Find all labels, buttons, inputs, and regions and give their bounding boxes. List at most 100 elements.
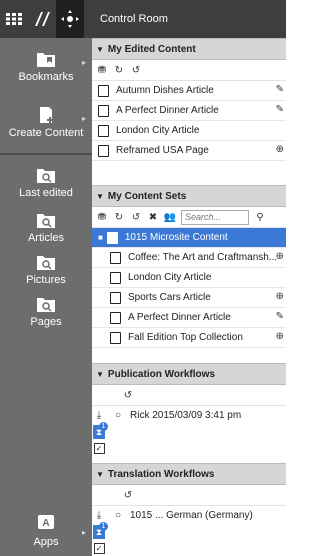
search-folder-icon — [37, 213, 55, 228]
list-item[interactable]: London City Article — [92, 268, 286, 288]
checkbox-icon[interactable]: ✓ — [93, 543, 105, 554]
search-input[interactable]: Search... — [181, 209, 249, 225]
sidebar-item-label: Last edited — [19, 186, 73, 199]
list-item[interactable]: Fall Edition Top Collection ⊕ — [92, 328, 286, 348]
section-title: Translation Workflows — [107, 468, 215, 480]
refresh-icon[interactable]: ↻ — [113, 211, 125, 223]
chevron-right-icon: ▸ — [81, 58, 86, 67]
globe-icon: ⊕ — [275, 331, 284, 342]
sidebar-item-articles[interactable]: Articles — [0, 206, 92, 248]
sidebar-item-bookmarks[interactable]: Bookmarks ▸ — [0, 38, 92, 94]
content-sets-toolbar: ⛃ ↻ ↺ ✖ 👥 Search... ⚲ — [92, 207, 286, 228]
translation-toolbar: ↺ — [92, 485, 286, 506]
sidebar-divider — [0, 153, 92, 155]
panel-title: Control Room — [92, 0, 286, 38]
sidebar-topbar — [0, 0, 92, 38]
page-icon — [98, 144, 109, 157]
sidebar-item-label: Bookmarks — [18, 70, 74, 83]
move-icon[interactable] — [56, 0, 84, 38]
control-room-panel: Control Room ▼ My Edited Content ⛃ ↻ ↺ A… — [92, 0, 286, 556]
publication-toolbar: ↺ — [92, 385, 286, 406]
sidebar-item-label: Apps — [33, 535, 59, 548]
list-item[interactable]: A Perfect Dinner Article ✎ — [92, 308, 286, 328]
document-icon — [110, 291, 121, 304]
sidebar-item-label: Pages — [30, 315, 62, 328]
search-folder-icon — [37, 168, 55, 183]
sidebar-item-label: Create Content — [8, 126, 84, 139]
search-folder-icon — [37, 297, 55, 312]
refresh-all-icon[interactable]: ↺ — [122, 489, 134, 501]
workflow-status-icon: ○ — [114, 410, 122, 421]
section-title: My Edited Content — [107, 43, 196, 55]
section-title: My Content Sets — [107, 190, 187, 202]
section-header-translation[interactable]: ▼ Translation Workflows — [92, 463, 286, 485]
caret-down-icon: ▼ — [96, 191, 104, 201]
sidebar: Bookmarks ▸ Create Content ▸ Last edited… — [0, 0, 92, 556]
list-item[interactable]: Coffee: The Art and Craftmansh... ⊕ — [92, 248, 286, 268]
list-item[interactable]: A Perfect Dinner Article ✎ — [92, 101, 286, 121]
svg-text:A: A — [42, 518, 49, 529]
refresh-all-icon[interactable]: ↺ — [130, 64, 142, 76]
globe-icon: ⊕ — [275, 291, 284, 302]
users-icon[interactable]: 👥 — [164, 211, 176, 223]
document-icon — [110, 311, 121, 324]
document-icon — [110, 271, 121, 284]
section-header-content-sets[interactable]: ▼ My Content Sets — [92, 185, 286, 207]
edit-pencil-icon: ✎ — [275, 104, 284, 115]
caret-down-icon: ▼ — [96, 369, 104, 379]
sidebar-item-label: Articles — [27, 231, 65, 244]
document-icon — [98, 124, 109, 137]
sidebar-item-pictures[interactable]: Pictures — [0, 248, 92, 290]
collapse-icon: ■ — [98, 233, 103, 242]
filter-icon[interactable]: ⛃ — [96, 211, 108, 223]
document-icon — [98, 84, 109, 97]
globe-icon: ⊕ — [275, 251, 284, 262]
globe-icon: ⊕ — [275, 144, 284, 155]
edit-pencil-icon: ✎ — [275, 311, 284, 322]
list-item[interactable]: Autumn Dishes Article ✎ — [92, 81, 286, 101]
document-icon — [98, 104, 109, 117]
apps-icon: A — [38, 514, 54, 529]
chevron-right-icon: ▸ — [81, 528, 86, 537]
hourglass-icon[interactable]: ⧗ 1 — [93, 422, 108, 439]
workflow-row[interactable]: ○ 1015 ... German (Germany) — [92, 506, 286, 525]
refresh-all-icon[interactable]: ↺ — [130, 211, 142, 223]
translation-workflows: ↺ ⤓ ⧗ 1 ✓ ○ 1015 ... German (Germany) — [92, 485, 286, 555]
sidebar-item-apps[interactable]: A Apps ▸ — [0, 508, 92, 554]
publication-workflows: ↺ ⤓ ⧗ 1 ✓ ○ Rick 2015/03/09 3:41 pm — [92, 385, 286, 463]
collection-icon — [110, 331, 121, 344]
grid-icon[interactable] — [0, 0, 28, 38]
section-header-edited[interactable]: ▼ My Edited Content — [92, 38, 286, 60]
list-item[interactable]: Reframed USA Page ⊕ — [92, 141, 286, 161]
refresh-icon[interactable]: ↻ — [113, 64, 125, 76]
list-item-selected[interactable]: ■ 1015 Microsite Content — [92, 228, 286, 248]
search-folder-icon — [37, 255, 55, 270]
delete-icon[interactable]: ✖ — [147, 211, 159, 223]
chevron-right-icon: ▸ — [81, 114, 86, 123]
edit-pencil-icon: ✎ — [275, 84, 284, 95]
caret-down-icon: ▼ — [96, 44, 104, 54]
list-item[interactable]: Sports Cars Article ⊕ — [92, 288, 286, 308]
bookmark-folder-icon — [37, 52, 55, 67]
filter-icon[interactable]: ⛃ — [96, 64, 108, 76]
folder-icon — [106, 231, 118, 244]
caret-down-icon: ▼ — [96, 469, 104, 479]
sidebar-item-create-content[interactable]: Create Content ▸ — [0, 94, 92, 150]
refresh-all-icon[interactable]: ↺ — [122, 389, 134, 401]
workflow-status-icon: ○ — [114, 510, 122, 521]
list-item[interactable]: London City Article — [92, 121, 286, 141]
sidebar-item-pages[interactable]: Pages — [0, 290, 92, 332]
search-icon[interactable]: ⚲ — [254, 211, 266, 223]
section-title: Publication Workflows — [107, 368, 215, 380]
document-icon — [110, 251, 121, 264]
workflow-row[interactable]: ○ Rick 2015/03/09 3:41 pm — [92, 406, 286, 425]
app-logo-icon[interactable] — [28, 0, 56, 38]
new-document-icon — [40, 106, 53, 123]
section-header-publication[interactable]: ▼ Publication Workflows — [92, 363, 286, 385]
hourglass-icon[interactable]: ⧗ 1 — [93, 522, 108, 539]
sidebar-item-label: Pictures — [26, 273, 66, 286]
sidebar-item-last-edited[interactable]: Last edited — [0, 158, 92, 206]
checkbox-icon[interactable]: ✓ — [93, 443, 105, 454]
